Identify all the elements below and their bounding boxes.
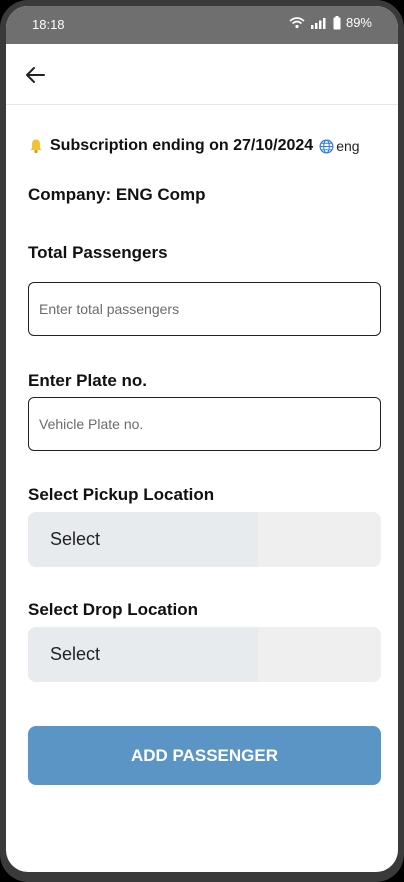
status-time: 18:18 xyxy=(32,17,65,32)
drop-select-value: Select xyxy=(50,644,101,664)
wifi-icon xyxy=(289,16,305,28)
drop-location-label: Select Drop Location xyxy=(28,600,199,619)
language-label: eng xyxy=(336,138,360,154)
subscription-text: Subscription ending on 27/10/2024 xyxy=(50,137,314,154)
pickup-location-label: Select Pickup Location xyxy=(28,485,215,504)
add-passenger-button[interactable]: ADD PASSENGER xyxy=(28,726,381,785)
subscription-notice: Subscription ending on 27/10/2024 eng xyxy=(28,137,360,155)
screen: 18:18 89% Subscription ending on 27/10/2… xyxy=(6,6,398,872)
app-bar xyxy=(6,44,398,105)
back-button[interactable] xyxy=(20,60,50,90)
bell-icon xyxy=(28,138,44,154)
pickup-location-select[interactable]: Select xyxy=(28,512,381,567)
pickup-select-value: Select xyxy=(50,529,101,549)
battery-percent: 89% xyxy=(345,15,372,30)
language-selector[interactable]: eng xyxy=(319,138,360,154)
drop-location-select[interactable]: Select xyxy=(28,627,381,682)
globe-icon xyxy=(319,139,334,153)
total-passengers-label: Total Passengers xyxy=(28,243,168,262)
device-frame: 18:18 89% Subscription ending on 27/10/2… xyxy=(0,0,404,882)
signal-icon xyxy=(310,17,326,29)
status-icons: 89% xyxy=(289,15,372,30)
arrow-left-icon xyxy=(26,67,45,83)
plate-label: Enter Plate no. xyxy=(28,371,148,390)
company-name: Company: ENG Comp xyxy=(28,185,206,204)
status-bar: 18:18 89% xyxy=(6,6,398,44)
total-passengers-input[interactable] xyxy=(28,282,381,336)
plate-number-input[interactable] xyxy=(28,397,381,451)
battery-icon xyxy=(333,15,341,29)
